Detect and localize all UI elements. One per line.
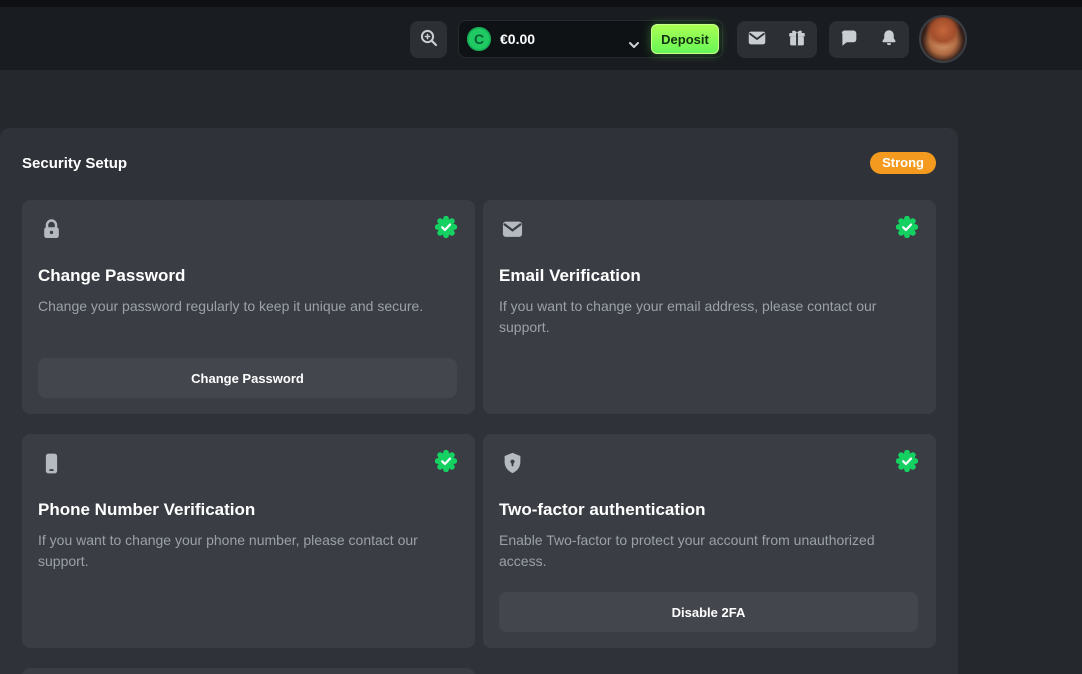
phone-icon	[38, 450, 65, 482]
search-plus-icon	[418, 27, 440, 52]
coin-icon: C	[467, 27, 491, 51]
card-title: Two-factor authentication	[499, 500, 918, 520]
wallet-balance: €0.00	[500, 31, 535, 47]
shield-lock-icon	[499, 450, 526, 482]
envelope-icon	[499, 216, 526, 248]
wallet-dropdown[interactable]: C €0.00 Deposit	[458, 20, 723, 58]
security-cards-grid: Change Password Change your password reg…	[22, 200, 936, 674]
deposit-button[interactable]: Deposit	[651, 24, 719, 54]
mail-gift-group	[737, 21, 817, 58]
card-email-verification: Email Verification If you want to change…	[483, 200, 936, 414]
avatar[interactable]	[919, 15, 967, 63]
bell-icon	[878, 27, 900, 52]
card-phone-verification: Phone Number Verification If you want to…	[22, 434, 475, 648]
gift-icon	[786, 27, 808, 52]
security-panel: Security Setup Strong	[0, 128, 958, 674]
chat-bell-group	[829, 21, 909, 58]
change-password-button[interactable]: Change Password	[38, 358, 457, 398]
search-button[interactable]	[410, 21, 447, 58]
mail-icon	[746, 27, 768, 52]
card-change-password: Change Password Change your password reg…	[22, 200, 475, 414]
verified-check-icon	[435, 450, 457, 477]
lock-icon	[38, 216, 65, 248]
security-page: C €0.00 Deposit	[0, 0, 1082, 674]
verified-check-icon	[896, 450, 918, 477]
verified-check-icon	[435, 216, 457, 243]
card-title: Phone Number Verification	[38, 500, 457, 520]
card-title: Email Verification	[499, 266, 918, 286]
mail-button[interactable]	[737, 21, 777, 58]
panel-header: Security Setup Strong	[0, 128, 958, 174]
topbar: C €0.00 Deposit	[0, 0, 1082, 70]
card-description: If you want to change your email address…	[499, 296, 918, 338]
disable-2fa-button[interactable]: Disable 2FA	[499, 592, 918, 632]
chat-icon	[838, 27, 860, 52]
card-title: Change Password	[38, 266, 457, 286]
card-description: Enable Two-factor to protect your accoun…	[499, 530, 918, 572]
chevron-down-icon	[628, 36, 640, 54]
card-description: Change your password regularly to keep i…	[38, 296, 457, 317]
page-title: Security Setup	[22, 155, 127, 172]
notifications-button[interactable]	[869, 21, 909, 58]
verified-check-icon	[896, 216, 918, 243]
card-partial	[22, 668, 475, 674]
card-description: If you want to change your phone number,…	[38, 530, 457, 572]
card-two-factor: Two-factor authentication Enable Two-fac…	[483, 434, 936, 648]
chat-button[interactable]	[829, 21, 869, 58]
password-strength-badge: Strong	[870, 152, 936, 174]
gift-button[interactable]	[777, 21, 817, 58]
